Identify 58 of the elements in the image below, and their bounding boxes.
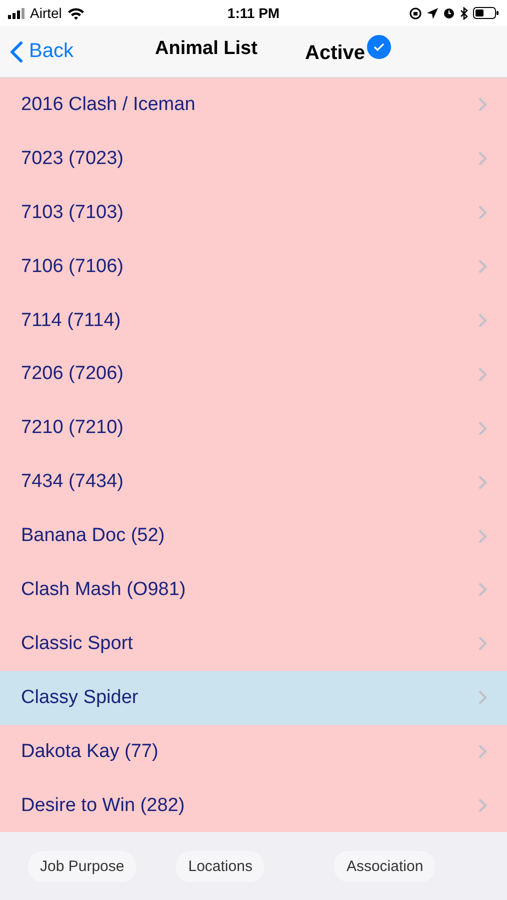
animal-name: Desire to Win (282)	[21, 794, 185, 817]
active-checkbox[interactable]	[367, 35, 392, 59]
animal-name: Banana Doc (52)	[21, 525, 165, 548]
animal-row[interactable]: 7114 (7114)	[0, 294, 507, 348]
checkmark-icon	[373, 42, 386, 52]
wifi-icon	[66, 6, 85, 20]
footer-button[interactable]: Association	[334, 851, 436, 882]
animal-row[interactable]: 7434 (7434)	[0, 455, 507, 510]
animal-name: 7103 (7103)	[21, 202, 124, 224]
footer-button[interactable]: Job Purpose	[28, 851, 136, 882]
animal-name: 2016 Clash / Iceman	[21, 94, 196, 116]
animal-name: 7210 (7210)	[21, 417, 124, 440]
animal-row[interactable]: Classic Sport	[0, 616, 507, 671]
animal-name: Dakota Kay (77)	[21, 740, 158, 763]
location-icon	[427, 8, 438, 18]
back-button[interactable]: Back	[10, 40, 74, 63]
animal-row[interactable]: Classy Spider	[0, 670, 507, 725]
chevron-left-icon	[10, 40, 23, 62]
signal-icon	[8, 8, 25, 18]
chevron-right-icon	[478, 474, 487, 490]
battery-icon	[473, 7, 499, 19]
animal-row[interactable]: Dakota Kay (77)	[0, 724, 507, 779]
chevron-right-icon	[478, 744, 487, 760]
chevron-right-icon	[478, 151, 487, 166]
animal-row[interactable]: Clash Mash (O981)	[0, 563, 507, 617]
animal-row[interactable]: 7023 (7023)	[0, 132, 507, 186]
animal-row[interactable]: 7206 (7206)	[0, 347, 507, 402]
chevron-right-icon	[478, 259, 487, 274]
footer-button[interactable]: Locations	[176, 851, 264, 882]
chevron-right-icon	[478, 420, 487, 436]
chevron-right-icon	[478, 528, 487, 544]
animal-name: 7114 (7114)	[21, 310, 121, 332]
animal-name: Classic Sport	[21, 632, 133, 655]
status-time: 1:11 PM	[227, 5, 280, 21]
screen-title: Animal List	[155, 38, 258, 60]
active-label: Active	[305, 42, 366, 65]
animal-name: 7023 (7023)	[21, 148, 124, 170]
animal-row[interactable]: 2016 Clash / Iceman	[0, 78, 507, 132]
animal-row[interactable]: Banana Doc (52)	[0, 509, 507, 564]
animal-row[interactable]: 7106 (7106)	[0, 240, 507, 294]
animal-name: 7106 (7106)	[21, 256, 124, 278]
carrier-name: Airtel	[30, 5, 62, 21]
chevron-right-icon	[478, 690, 487, 706]
animal-name: 7206 (7206)	[21, 363, 124, 386]
animal-row[interactable]: 7103 (7103)	[0, 186, 507, 240]
animal-row[interactable]: 7210 (7210)	[0, 401, 507, 456]
chevron-right-icon	[478, 366, 487, 382]
bluetooth-icon	[460, 6, 468, 20]
animal-name: Clash Mash (O981)	[21, 578, 186, 601]
chevron-right-icon	[478, 313, 487, 328]
animal-name: 7434 (7434)	[21, 471, 124, 494]
chevron-right-icon	[478, 205, 487, 220]
chevron-right-icon	[478, 798, 487, 814]
chevron-right-icon	[478, 582, 487, 598]
chevron-right-icon	[478, 97, 487, 112]
animal-row[interactable]: Desire to Win (282)	[0, 778, 507, 832]
animal-name: Classy Spider	[21, 686, 138, 709]
chevron-right-icon	[478, 636, 487, 652]
